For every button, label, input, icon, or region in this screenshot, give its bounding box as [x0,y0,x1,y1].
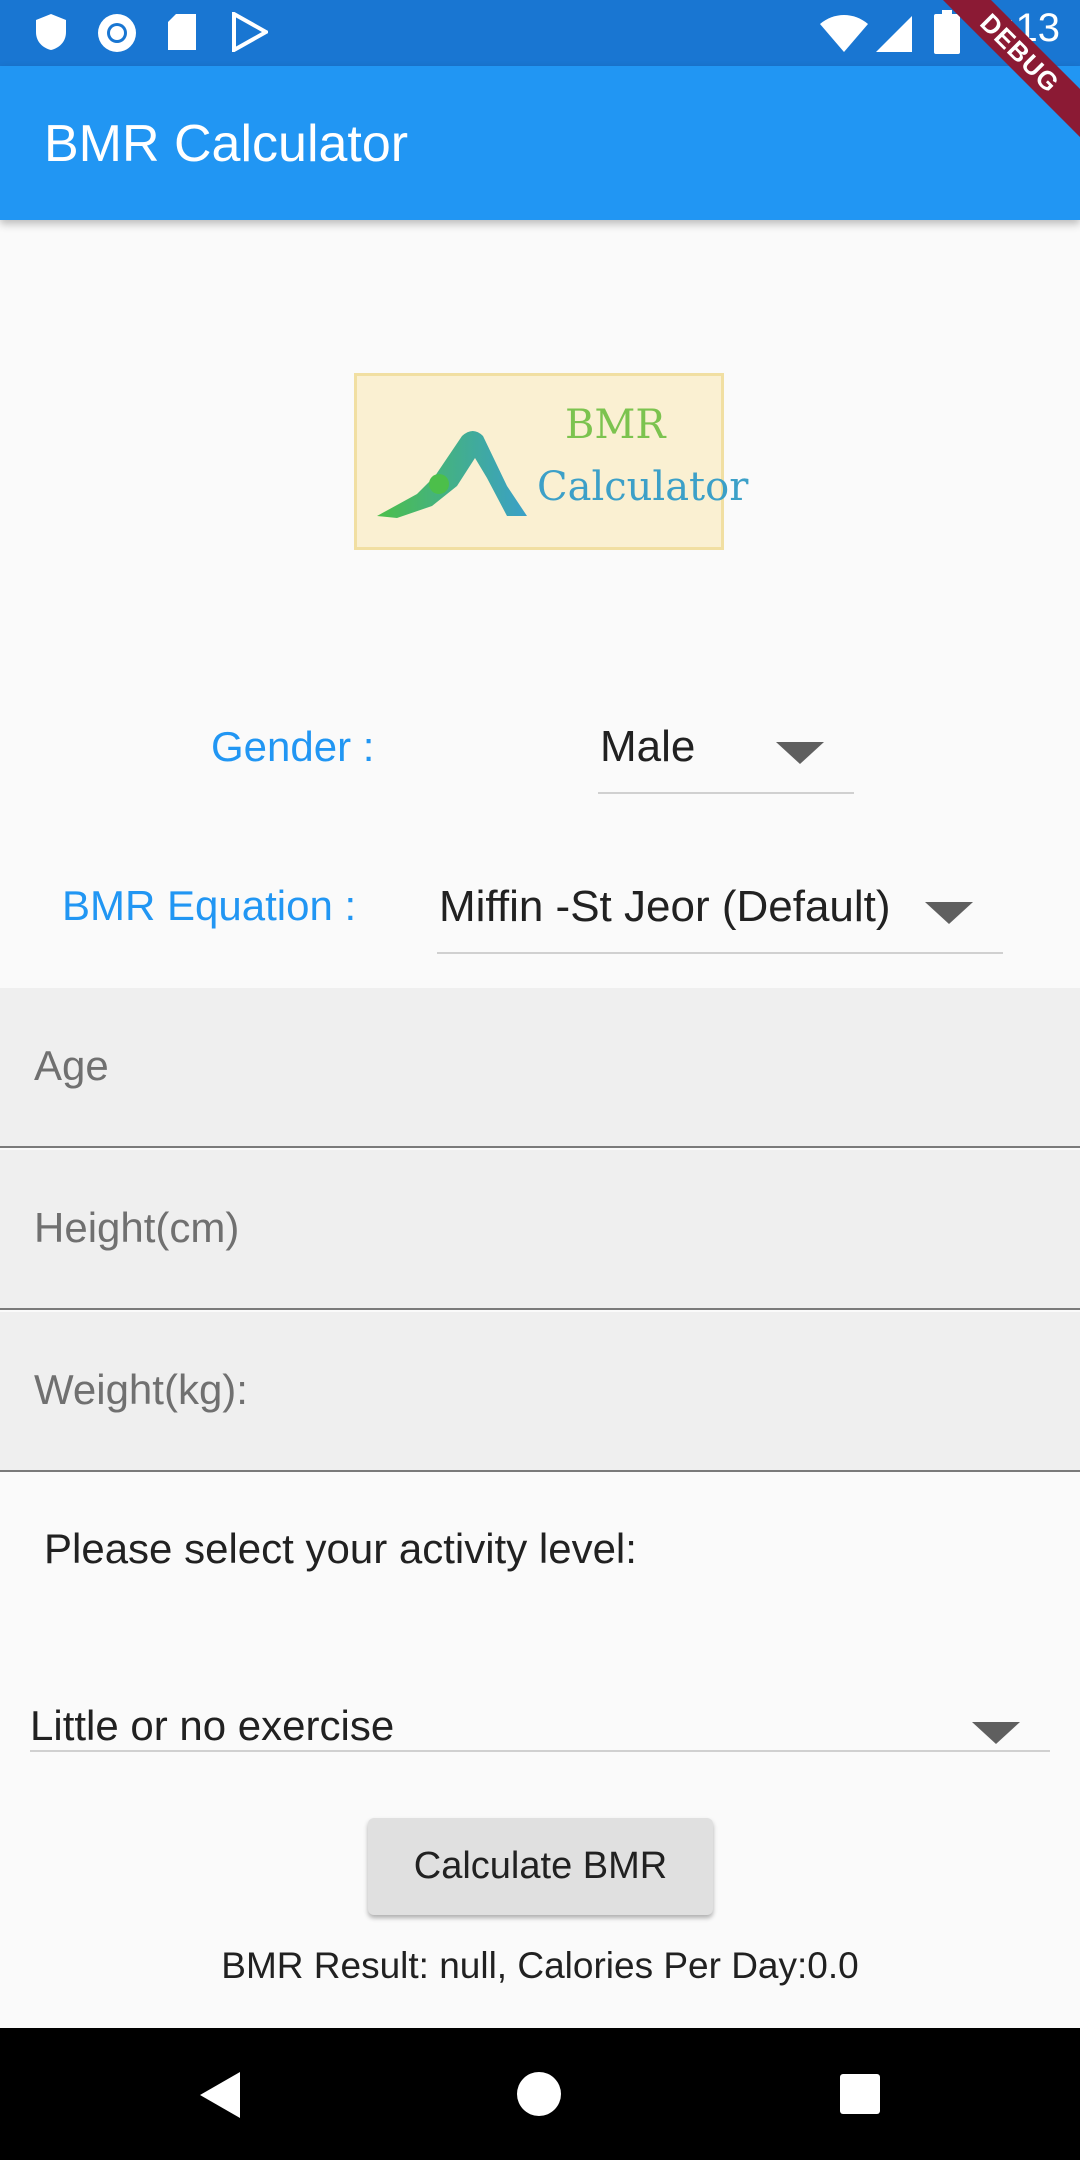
home-icon[interactable] [515,2070,563,2118]
equation-dropdown[interactable]: Miffin -St Jeor (Default) [437,860,1003,954]
bmr-result-text: BMR Result: null, Calories Per Day:0.0 [221,1945,859,1986]
gender-dropdown[interactable]: Male [598,700,854,794]
navigation-bar [0,2028,1080,2160]
activity-value: Little or no exercise [30,1702,395,1749]
height-placeholder: Height(cm) [34,1204,240,1251]
logo-text-calculator: Calculator [537,464,749,510]
circle-icon [98,14,136,52]
weight-placeholder: Weight(kg): [34,1366,248,1413]
weight-field[interactable]: Weight(kg): [0,1312,1080,1472]
activity-dropdown[interactable]: Little or no exercise [30,1680,1050,1774]
age-placeholder: Age [34,1042,109,1089]
equation-value: Miffin -St Jeor (Default) [439,882,891,931]
equation-underline [437,952,1003,954]
gender-label: Gender : [211,723,375,770]
chevron-down-icon [776,742,824,764]
wifi-icon [820,15,868,52]
status-bar: 2:13 [0,0,1080,66]
chevron-down-icon [972,1722,1020,1744]
battery-icon [934,10,960,54]
play-store-icon [232,12,268,52]
activity-underline [30,1750,1050,1752]
bmr-logo: BMR Calculator [354,373,748,550]
equation-label: BMR Equation : [62,882,357,929]
gender-underline [598,792,854,794]
app-title: BMR Calculator [44,115,409,173]
age-field[interactable]: Age [0,988,1080,1148]
sd-card-icon [168,14,196,50]
app-bar: BMR Calculator [0,66,1080,220]
recents-icon[interactable] [838,2072,882,2116]
height-field[interactable]: Height(cm) [0,1150,1080,1310]
signal-icon [876,16,912,52]
activity-label: Please select your activity level: [44,1525,637,1572]
logo-text-bmr: BMR [565,402,666,448]
chevron-down-icon [925,902,973,924]
gender-value: Male [600,722,696,771]
shield-icon [36,14,66,50]
calculate-bmr-button[interactable]: Calculate BMR [368,1818,713,1915]
back-icon[interactable] [196,2070,242,2120]
